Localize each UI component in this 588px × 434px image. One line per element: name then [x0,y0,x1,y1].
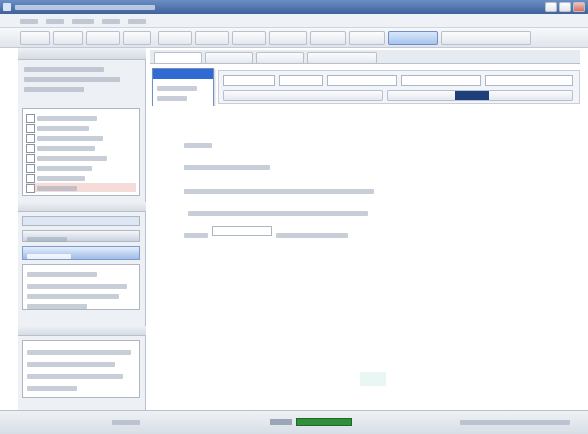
content-line-1 [184,140,212,150]
menu-item-1[interactable] [20,16,42,26]
status-left [112,417,140,427]
menu-item-5[interactable] [128,16,150,26]
option-label [27,234,67,244]
list-item[interactable] [26,133,136,144]
dropdown-header[interactable] [153,69,213,79]
content-line-3 [184,186,374,196]
status-indicator [270,419,292,425]
option-selected[interactable] [22,216,140,226]
toolbar-button-6[interactable] [195,31,229,45]
color-swatch[interactable] [455,91,489,100]
toolbar-button-4[interactable] [123,31,151,45]
status-right [460,417,570,427]
left-panel [18,48,146,410]
toolbar-button-7[interactable] [232,31,266,45]
footer-section-header [18,326,146,336]
tab-2[interactable] [205,52,253,64]
status-progress [296,418,352,426]
item-list[interactable] [22,108,140,196]
info-line [27,281,127,291]
toolbar-button-2[interactable] [53,31,83,45]
format-control-3[interactable] [327,75,397,86]
minimize-button[interactable] [545,2,557,12]
faint-highlight [360,372,386,386]
list-item[interactable] [26,113,136,124]
left-panel-header [18,48,146,60]
close-button[interactable] [573,2,585,12]
footer-line [27,371,123,381]
menu-item-4[interactable] [102,16,124,26]
list-item[interactable] [26,163,136,174]
left-header-row-2 [24,74,134,83]
option-toggle-row [22,230,140,244]
format-control-6[interactable] [223,90,383,101]
option-blue-label [27,251,71,261]
status-bar [0,410,588,434]
title-bar [0,0,588,14]
options-header [18,202,146,212]
tab-4[interactable] [307,52,377,64]
toolbar-button-9[interactable] [310,31,346,45]
info-box [22,264,140,310]
editor-toolbar [218,70,580,104]
format-control-1[interactable] [223,75,275,86]
main-toolbar [0,28,588,48]
tab-1[interactable] [154,52,202,64]
list-item[interactable] [26,143,136,154]
toolbar-button-12[interactable] [441,31,531,45]
footer-line [27,359,115,369]
toolbar-button-1[interactable] [20,31,50,45]
window-controls [545,2,585,12]
left-header-row-1 [24,64,134,73]
dropdown-item[interactable] [157,83,197,93]
maximize-button[interactable] [559,2,571,12]
menu-bar [0,14,588,28]
window-title-placeholder [15,5,155,10]
content-line-5 [184,230,208,240]
list-item[interactable] [26,123,136,134]
inline-input[interactable] [212,226,272,236]
toolbar-button-11-active[interactable] [388,31,438,45]
menu-item-2[interactable] [46,16,68,26]
footer-line [27,347,131,357]
toolbar-button-5[interactable] [158,31,192,45]
menu-item-3[interactable] [72,16,98,26]
content-line-4 [188,208,368,218]
tab-strip [150,50,580,64]
dropdown-item[interactable] [157,93,187,103]
info-line [27,269,97,279]
info-line [27,301,87,311]
content-line-2 [184,162,270,172]
format-control-2[interactable] [279,75,323,86]
list-item-highlighted[interactable] [26,183,136,194]
tab-3[interactable] [256,52,304,64]
toolbar-button-8[interactable] [269,31,307,45]
footer-line [27,383,77,393]
toolbar-button-3[interactable] [86,31,120,45]
format-control-5[interactable] [485,75,573,86]
footer-section-box [22,340,140,398]
list-item[interactable] [26,173,136,184]
left-header-row-3 [24,84,134,93]
list-item[interactable] [26,153,136,164]
editor-content[interactable] [150,106,580,406]
info-line [27,291,119,301]
toolbar-button-10[interactable] [349,31,385,45]
inline-text [276,230,348,240]
option-blue-bar[interactable] [22,246,140,260]
format-control-4[interactable] [401,75,481,86]
app-icon [3,3,11,11]
